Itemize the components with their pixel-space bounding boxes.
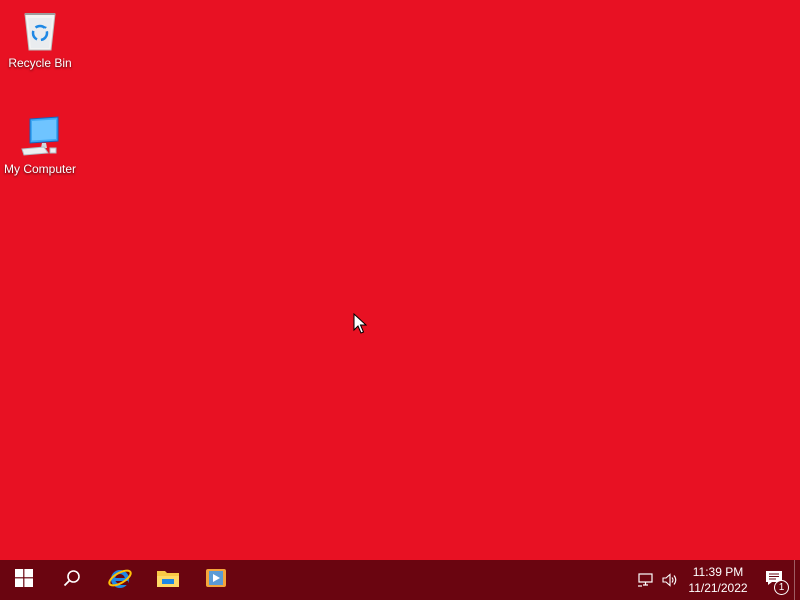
internet-explorer-icon bbox=[107, 565, 133, 596]
clock-date: 11/21/2022 bbox=[688, 581, 748, 595]
desktop-icon-recycle-bin[interactable]: Recycle Bin bbox=[0, 6, 80, 86]
computer-icon bbox=[16, 112, 64, 160]
action-center-button[interactable]: 1 bbox=[754, 560, 794, 600]
mouse-cursor-icon bbox=[353, 312, 368, 335]
clock-time: 11:39 PM bbox=[692, 565, 744, 579]
media-player-icon bbox=[205, 568, 227, 593]
taskbar-clock[interactable]: 11:39 PM 11/21/2022 bbox=[682, 560, 754, 600]
start-button[interactable] bbox=[0, 560, 48, 600]
desktop-icon-my-computer[interactable]: My Computer bbox=[0, 112, 80, 192]
volume-icon[interactable] bbox=[658, 560, 682, 600]
internet-explorer-button[interactable] bbox=[96, 560, 144, 600]
recycle-bin-icon bbox=[16, 6, 64, 54]
search-icon bbox=[63, 569, 81, 592]
folder-icon bbox=[156, 568, 180, 593]
notification-count-badge: 1 bbox=[774, 580, 789, 595]
search-button[interactable] bbox=[48, 560, 96, 600]
network-icon[interactable] bbox=[634, 560, 658, 600]
desktop-icon-label: My Computer bbox=[3, 162, 77, 176]
system-tray: 11:39 PM 11/21/2022 1 bbox=[634, 560, 800, 600]
taskbar: 11:39 PM 11/21/2022 1 bbox=[0, 560, 800, 600]
file-explorer-button[interactable] bbox=[144, 560, 192, 600]
desktop-icon-label: Recycle Bin bbox=[8, 56, 72, 70]
media-player-button[interactable] bbox=[192, 560, 240, 600]
show-desktop-button[interactable] bbox=[794, 560, 800, 600]
desktop[interactable]: Recycle Bin My Computer bbox=[0, 0, 800, 560]
windows-logo-icon bbox=[15, 568, 33, 592]
